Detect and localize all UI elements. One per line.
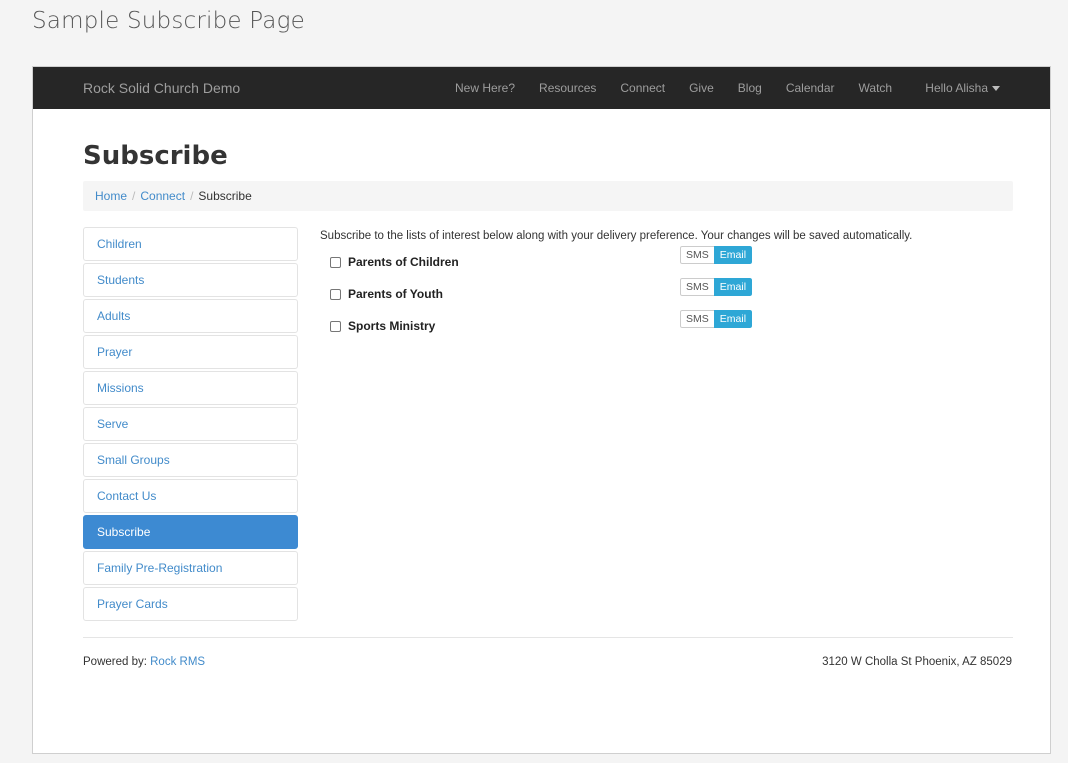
breadcrumb-connect[interactable]: Connect	[140, 189, 185, 203]
email-toggle-button[interactable]: Email	[713, 246, 753, 264]
checkbox-parents-of-youth[interactable]	[330, 288, 341, 300]
subscription-label: Sports Ministry	[348, 319, 436, 333]
breadcrumb-separator: /	[132, 189, 136, 203]
sidebar-item-students[interactable]: Students	[83, 263, 298, 297]
nav-link-blog[interactable]: Blog	[738, 81, 762, 95]
subscription-row: Parents of Youth SMS Email	[320, 274, 1010, 306]
nav-link-give[interactable]: Give	[689, 81, 714, 95]
breadcrumb-current: Subscribe	[198, 189, 252, 203]
sidebar-item-prayer-cards[interactable]: Prayer Cards	[83, 587, 298, 621]
breadcrumb-separator: /	[190, 189, 194, 203]
footer-powered-by: Powered by: Rock RMS	[83, 656, 205, 668]
sms-toggle-button[interactable]: SMS	[680, 246, 714, 264]
sidebar-item-children[interactable]: Children	[83, 227, 298, 261]
email-toggle-button[interactable]: Email	[713, 278, 753, 296]
delivery-toggle: SMS Email	[680, 278, 753, 296]
nav-link-calendar[interactable]: Calendar	[786, 81, 835, 95]
sidebar-item-adults[interactable]: Adults	[83, 299, 298, 333]
page-caption: Sample Subscribe Page	[32, 8, 305, 34]
sidebar-item-small-groups[interactable]: Small Groups	[83, 443, 298, 477]
nav-link-resources[interactable]: Resources	[539, 81, 596, 95]
sidebar-item-missions[interactable]: Missions	[83, 371, 298, 405]
sidebar-item-contact-us[interactable]: Contact Us	[83, 479, 298, 513]
footer-divider	[83, 637, 1013, 638]
breadcrumb-home[interactable]: Home	[95, 189, 127, 203]
nav-link-new-here[interactable]: New Here?	[455, 81, 515, 95]
checkbox-sports-ministry[interactable]	[330, 320, 341, 332]
delivery-toggle: SMS Email	[680, 310, 753, 328]
nav-link-watch[interactable]: Watch	[859, 81, 893, 95]
top-navbar: Rock Solid Church Demo New Here? Resourc…	[33, 67, 1050, 109]
subscribe-panel: Subscribe to the lists of interest below…	[320, 230, 1010, 338]
email-toggle-button[interactable]: Email	[713, 310, 753, 328]
user-greeting: Hello Alisha	[925, 81, 988, 95]
delivery-toggle: SMS Email	[680, 246, 753, 264]
breadcrumb: Home / Connect / Subscribe	[83, 181, 1013, 211]
checkbox-parents-of-children[interactable]	[330, 256, 341, 268]
sidebar-item-subscribe[interactable]: Subscribe	[83, 515, 298, 549]
subscription-label: Parents of Youth	[348, 287, 443, 301]
subscription-label: Parents of Children	[348, 255, 459, 269]
subscription-checkbox-group[interactable]: Parents of Youth	[330, 287, 443, 301]
intro-text: Subscribe to the lists of interest below…	[320, 230, 913, 242]
nav-link-connect[interactable]: Connect	[620, 81, 665, 95]
subscription-row: Sports Ministry SMS Email	[320, 306, 1010, 338]
caret-down-icon	[992, 85, 1000, 91]
subscription-row: Parents of Children SMS Email	[320, 242, 1010, 274]
nav-links: New Here? Resources Connect Give Blog Ca…	[455, 67, 916, 109]
browser-frame: Rock Solid Church Demo New Here? Resourc…	[32, 66, 1051, 754]
subscription-checkbox-group[interactable]: Sports Ministry	[330, 319, 435, 333]
sidebar-nav: Children Students Adults Prayer Missions…	[83, 227, 298, 623]
powered-by-label: Powered by:	[83, 656, 151, 668]
site-brand[interactable]: Rock Solid Church Demo	[83, 80, 240, 96]
sidebar-item-family-pre-registration[interactable]: Family Pre-Registration	[83, 551, 298, 585]
sms-toggle-button[interactable]: SMS	[680, 310, 714, 328]
footer-address: 3120 W Cholla St Phoenix, AZ 85029	[822, 656, 1012, 668]
sidebar-item-serve[interactable]: Serve	[83, 407, 298, 441]
sidebar-item-prayer[interactable]: Prayer	[83, 335, 298, 369]
page-title: Subscribe	[83, 141, 228, 171]
sms-toggle-button[interactable]: SMS	[680, 278, 714, 296]
subscription-checkbox-group[interactable]: Parents of Children	[330, 255, 459, 269]
rock-rms-link[interactable]: Rock RMS	[150, 656, 205, 668]
user-menu[interactable]: Hello Alisha	[925, 81, 1000, 95]
